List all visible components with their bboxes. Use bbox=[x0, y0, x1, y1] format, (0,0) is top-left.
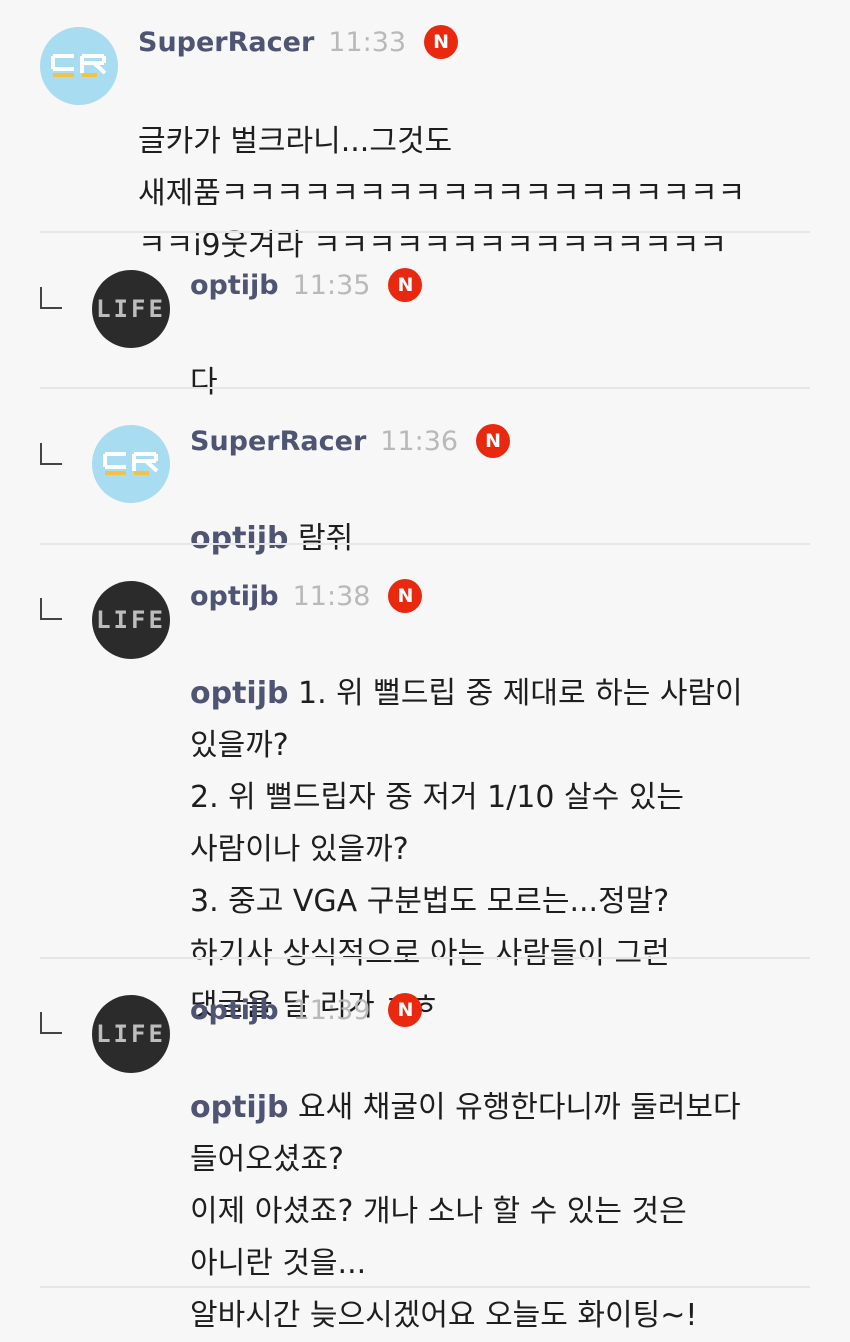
comment-body: 글카가 벌크라니...그것도 새제품ㅋㅋㅋㅋㅋㅋㅋㅋㅋㅋㅋㅋㅋㅋㅋㅋㅋㅋㅋ ㅋㅋ… bbox=[138, 124, 746, 263]
life-avatar[interactable]: LIFE bbox=[92, 581, 170, 659]
comment-body: 다 bbox=[190, 365, 218, 400]
reply-arrow-icon bbox=[40, 1012, 62, 1034]
superracer-avatar[interactable] bbox=[92, 425, 170, 503]
new-badge: N bbox=[388, 268, 423, 302]
reply-arrow-icon bbox=[40, 598, 62, 620]
comment-meta: optijb 11:38 N bbox=[190, 576, 423, 616]
comment-time: 11:35 bbox=[292, 269, 371, 301]
comment-body: 요새 채굴이 유행한다니까 둘러보다 들어오셨죠? 이제 아셨죠? 개나 소나 … bbox=[190, 1090, 741, 1333]
superracer-logo-icon bbox=[103, 452, 159, 475]
comment-text: optijb 람쥐 bbox=[190, 461, 830, 565]
reply-arrow-icon bbox=[40, 287, 62, 309]
life-avatar-text: LIFE bbox=[96, 606, 166, 634]
life-avatar[interactable]: LIFE bbox=[92, 270, 170, 348]
comment-time: 11:39 bbox=[292, 994, 371, 1026]
author-nickname[interactable]: optijb bbox=[190, 270, 279, 301]
comment-divider bbox=[40, 1286, 810, 1288]
comment-time: 11:33 bbox=[328, 26, 407, 58]
new-badge: N bbox=[476, 424, 511, 458]
comment-text: 글카가 벌크라니...그것도 새제품ㅋㅋㅋㅋㅋㅋㅋㅋㅋㅋㅋㅋㅋㅋㅋㅋㅋㅋㅋ ㅋㅋ… bbox=[138, 64, 838, 272]
comment-text: optijb 1. 위 뻘드립 중 제대로 하는 사람이 있을까? 2. 위 뻘… bbox=[190, 616, 830, 1032]
mention-link[interactable]: optijb bbox=[190, 676, 288, 711]
reply-arrow-icon bbox=[40, 443, 62, 465]
new-badge: N bbox=[424, 25, 459, 59]
comment-body: 1. 위 뻘드립 중 제대로 하는 사람이 있을까? 2. 위 뻘드립자 중 저… bbox=[190, 676, 743, 1023]
author-nickname[interactable]: SuperRacer bbox=[138, 27, 314, 58]
comment-divider bbox=[40, 387, 810, 389]
life-avatar-text: LIFE bbox=[96, 1020, 166, 1048]
mention-link[interactable]: optijb bbox=[190, 1090, 288, 1125]
mention-link[interactable]: optijb bbox=[190, 521, 288, 556]
author-nickname[interactable]: optijb bbox=[190, 995, 279, 1026]
author-nickname[interactable]: SuperRacer bbox=[190, 426, 366, 457]
comment-time: 11:36 bbox=[380, 425, 459, 457]
comment-text: optijb 요새 채굴이 유행한다니까 둘러보다 들어오셨죠? 이제 아셨죠?… bbox=[190, 1030, 830, 1342]
life-avatar[interactable]: LIFE bbox=[92, 995, 170, 1073]
comment-divider bbox=[40, 231, 810, 233]
author-nickname[interactable]: optijb bbox=[190, 581, 279, 612]
comment-body: 람쥐 bbox=[288, 521, 354, 556]
comment-divider bbox=[40, 957, 810, 959]
life-avatar-text: LIFE bbox=[96, 295, 166, 323]
superracer-logo-icon bbox=[51, 54, 107, 77]
superracer-avatar[interactable] bbox=[40, 27, 118, 105]
comment-text: 다 bbox=[190, 305, 830, 409]
new-badge: N bbox=[388, 579, 423, 613]
comment-time: 11:38 bbox=[292, 580, 371, 612]
comment-meta: optijb 11:39 N bbox=[190, 990, 423, 1030]
comment-divider bbox=[40, 543, 810, 545]
new-badge: N bbox=[388, 993, 423, 1027]
comment-meta: optijb 11:35 N bbox=[190, 265, 423, 305]
comment-meta: SuperRacer 11:33 N bbox=[138, 22, 459, 62]
comment-meta: SuperRacer 11:36 N bbox=[190, 421, 511, 461]
